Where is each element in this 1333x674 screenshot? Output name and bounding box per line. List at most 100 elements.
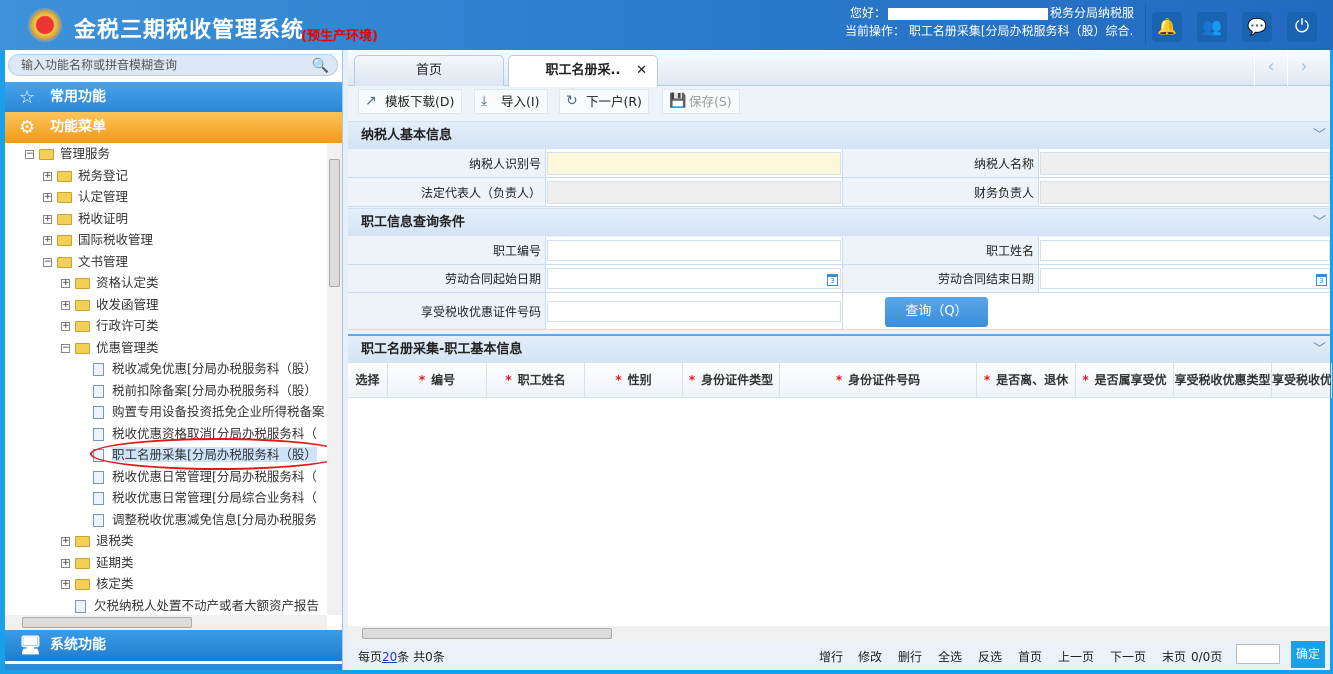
tab-home[interactable]: 首页 [354, 55, 504, 86]
expand-icon[interactable]: + [61, 300, 70, 310]
tree-vertical-scrollbar[interactable] [327, 143, 342, 615]
tree-folder[interactable]: + 退税类 [61, 530, 134, 551]
grid-horizontal-scrollbar[interactable] [348, 626, 1330, 641]
employee-no-input[interactable] [547, 240, 841, 261]
system-functions-bar[interactable]: 🖥 系统功能 [5, 630, 342, 661]
page-size-link[interactable]: 20 [382, 650, 397, 664]
collapse-icon[interactable]: − [61, 343, 70, 353]
save-button[interactable]: 💾 保存(S) [662, 89, 740, 114]
column-header[interactable]: 选择 [348, 363, 388, 398]
scroll-thumb[interactable] [22, 617, 192, 628]
tab-prev-button[interactable]: ‹ [1254, 50, 1287, 86]
grid-column-headers: 选择 * 编号 * 职工姓名 * 性别 * 身份证件类型 * 身份证件号码 * 是否离、退休 * 是否属享受… [348, 363, 1332, 398]
import-button[interactable]: ⤓ 导入(I) [474, 89, 548, 114]
contract-start-date-input[interactable]: 3 [547, 268, 841, 289]
tree-item[interactable]: 购置专用设备投资抵免企业所得税备案 [79, 401, 325, 422]
calendar-icon[interactable]: 3 [1316, 274, 1327, 286]
tree-item[interactable]: 税收优惠日常管理[分局综合业务科（ [79, 487, 317, 508]
expand-icon[interactable]: + [61, 537, 70, 546]
expand-icon[interactable]: + [43, 214, 52, 224]
column-header[interactable]: 享受税收优惠类型 [1174, 363, 1272, 398]
power-icon[interactable]: ⏻ [1287, 12, 1317, 42]
expand-icon[interactable]: + [61, 580, 70, 589]
tree-folder[interactable]: + 国际税收管理 [43, 229, 153, 250]
add-row-button[interactable]: 增行 [819, 644, 843, 670]
invert-selection-button[interactable]: 反选 [978, 644, 1002, 670]
tree-item[interactable]: 调整税收优惠减免信息[分局办税服务 [79, 509, 317, 530]
query-conditions-header[interactable]: 职工信息查询条件 ﹀ [348, 208, 1330, 236]
column-header[interactable]: 享受税收优 [1272, 363, 1332, 398]
tree-folder[interactable]: − 优惠管理类 [61, 337, 159, 358]
edit-button[interactable]: 修改 [858, 644, 882, 670]
close-icon[interactable]: ✕ [636, 56, 647, 86]
delete-row-button[interactable]: 删行 [898, 644, 922, 670]
tab-next-button[interactable]: › [1287, 50, 1320, 86]
last-page-button[interactable]: 末页 [1162, 644, 1186, 670]
go-button[interactable]: 确定 [1291, 641, 1325, 668]
tree-item[interactable]: 税收减免优惠[分局办税服务科（股） [79, 358, 317, 379]
tree-folder[interactable]: − 文书管理 [43, 251, 128, 272]
employee-name-input[interactable] [1040, 240, 1330, 261]
expand-icon[interactable]: + [43, 193, 52, 202]
chevron-down-icon[interactable]: ﹀ [1313, 336, 1326, 364]
tree-folder[interactable]: + 延期类 [61, 552, 134, 573]
tree-item[interactable]: 欠税纳税人处置不动产或者大额资产报告 [61, 595, 319, 616]
column-header[interactable]: * 是否属享受优 [1076, 363, 1174, 398]
first-page-button[interactable]: 首页 [1018, 644, 1042, 670]
tab-employee-roster[interactable]: 职工名册采.. ✕ [508, 55, 658, 87]
scroll-thumb[interactable] [362, 628, 612, 639]
column-header[interactable]: * 身份证件号码 [780, 363, 977, 398]
legal-rep-input[interactable] [547, 181, 841, 204]
tree-folder[interactable]: + 核定类 [61, 573, 134, 594]
column-header[interactable]: * 编号 [388, 363, 487, 398]
column-header[interactable]: * 是否离、退休 [977, 363, 1076, 398]
column-header[interactable]: * 性别 [585, 363, 683, 398]
tree-horizontal-scrollbar[interactable] [5, 615, 327, 630]
chevron-down-icon[interactable]: ﹀ [1313, 122, 1326, 150]
next-page-button[interactable]: 下一页 [1110, 644, 1146, 670]
tree-folder[interactable]: + 税务登记 [43, 165, 128, 186]
taxpayer-info-header[interactable]: 纳税人基本信息 ﹀ [348, 121, 1330, 149]
tree-folder[interactable]: − 管理服务 [25, 143, 110, 164]
bell-icon[interactable]: 🔔 [1152, 12, 1182, 42]
template-download-button[interactable]: ↗ 模板下载(D) [358, 89, 462, 114]
column-header[interactable]: * 身份证件类型 [683, 363, 780, 398]
chat-icon[interactable]: 💬 [1242, 12, 1272, 42]
taxpayer-name-input[interactable] [1040, 152, 1330, 175]
document-icon [93, 363, 104, 376]
tree-folder[interactable]: + 收发函管理 [61, 294, 159, 315]
expand-icon[interactable]: + [43, 236, 52, 245]
common-functions-bar[interactable]: ☆ 常用功能 [5, 82, 342, 113]
query-button[interactable]: 查询（Q） [885, 297, 988, 327]
greeting: 您好： 税务分局纳税服 [850, 4, 1134, 21]
expand-icon[interactable]: + [61, 279, 70, 288]
system-functions-label: 系统功能 [50, 637, 106, 653]
scroll-thumb[interactable] [329, 159, 340, 287]
collapse-icon[interactable]: − [25, 150, 34, 159]
page-number-input[interactable] [1236, 644, 1280, 664]
select-all-button[interactable]: 全选 [938, 644, 962, 670]
function-search-input[interactable]: 输入功能名称或拼音模糊查询 🔍 [8, 54, 338, 76]
expand-icon[interactable]: + [61, 322, 70, 331]
expand-icon[interactable]: + [43, 171, 52, 181]
tree-item[interactable]: 税前扣除备案[分局办税服务科（股） [79, 380, 317, 401]
tree-folder[interactable]: + 税收证明 [43, 208, 128, 229]
contract-end-date-input[interactable]: 3 [1040, 268, 1330, 289]
taxpayer-id-input[interactable] [547, 152, 841, 175]
function-menu-bar[interactable]: ⚙ 功能菜单 [5, 112, 342, 143]
tree-folder[interactable]: + 资格认定类 [61, 272, 159, 293]
cert-no-input[interactable] [547, 301, 841, 322]
prev-page-button[interactable]: 上一页 [1058, 644, 1094, 670]
users-icon[interactable]: 👥 [1197, 12, 1227, 42]
expand-icon[interactable]: + [61, 558, 70, 568]
column-header[interactable]: * 职工姓名 [487, 363, 585, 398]
finance-head-input[interactable] [1040, 181, 1330, 204]
chevron-down-icon[interactable]: ﹀ [1313, 209, 1326, 237]
tree-folder[interactable]: + 认定管理 [43, 186, 128, 207]
collapse-icon[interactable]: − [43, 257, 52, 267]
search-icon[interactable]: 🔍 [312, 56, 329, 76]
next-taxpayer-button[interactable]: ↻ 下一户(R) [559, 89, 649, 114]
grid-header-bar[interactable]: 职工名册采集-职工基本信息 ﹀ [348, 334, 1330, 363]
calendar-icon[interactable]: 3 [827, 274, 838, 286]
tree-folder[interactable]: + 行政许可类 [61, 315, 159, 336]
